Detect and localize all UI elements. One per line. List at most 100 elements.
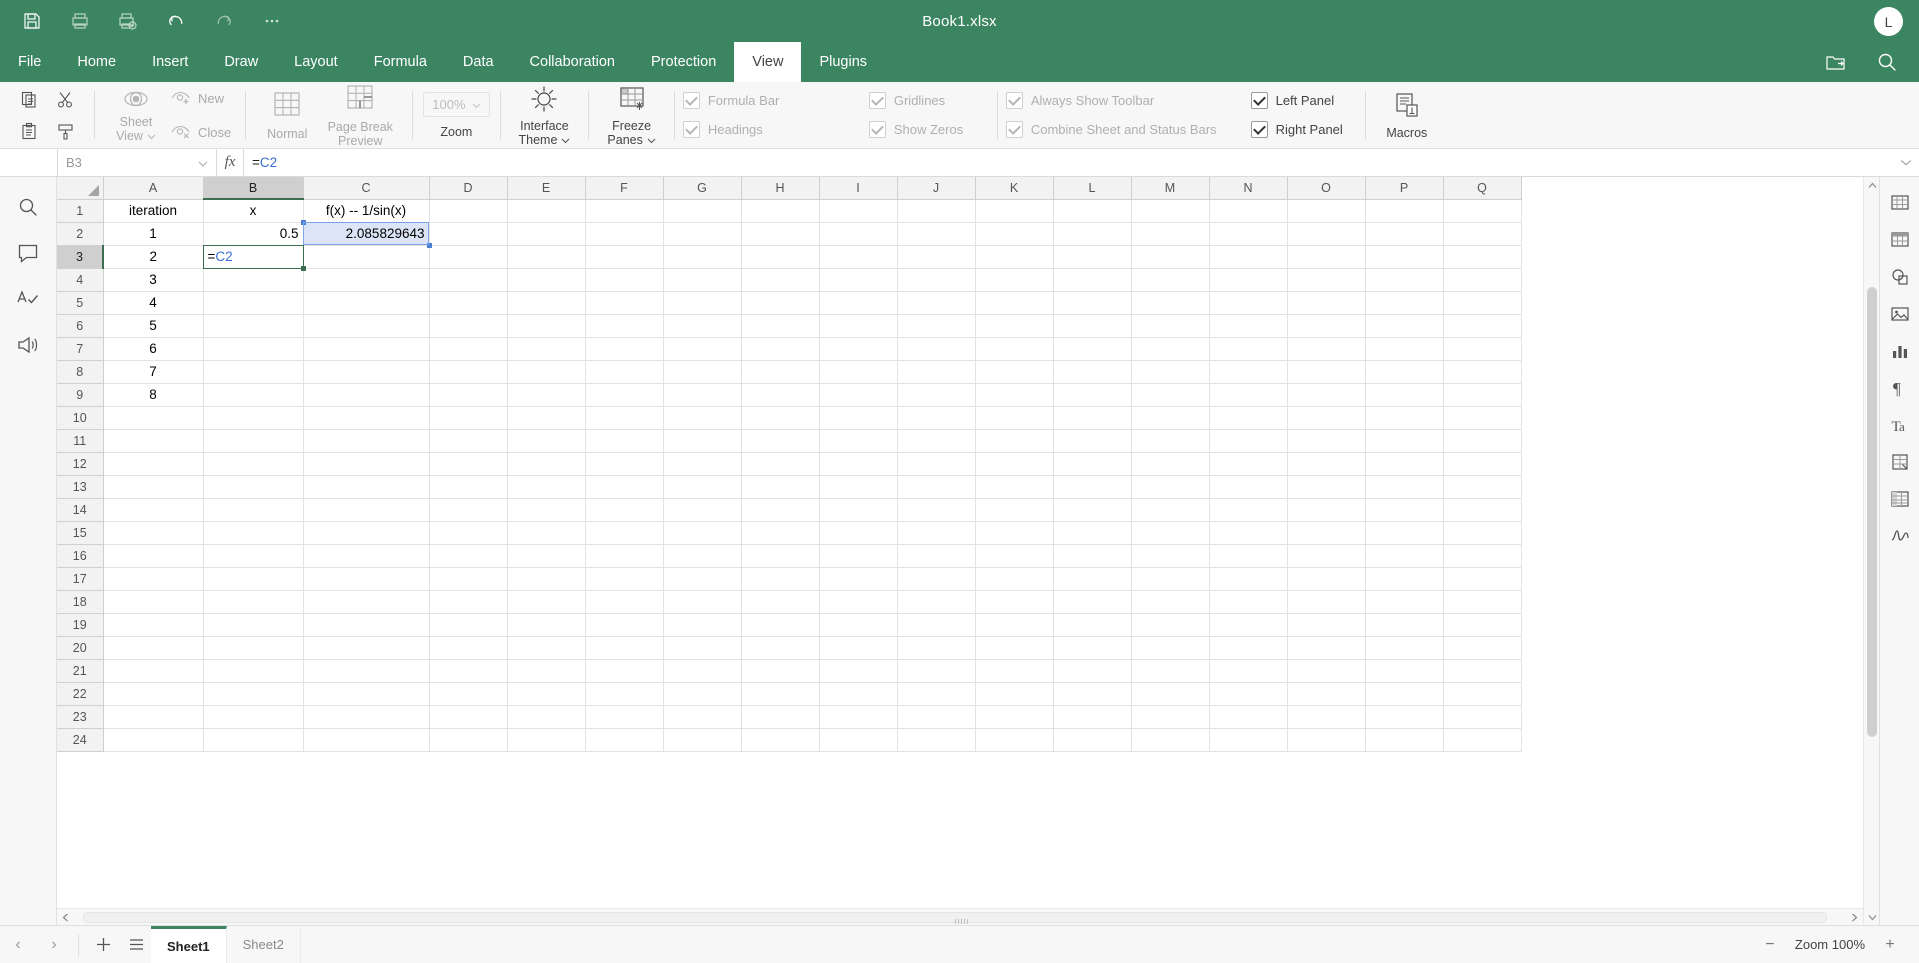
- checkbox-right-panel[interactable]: Right Panel: [1251, 121, 1343, 138]
- cell-Q3[interactable]: [1443, 245, 1521, 268]
- cell-J8[interactable]: [897, 360, 975, 383]
- cell-C23[interactable]: [303, 705, 429, 728]
- cell-G12[interactable]: [663, 452, 741, 475]
- cell-A22[interactable]: [103, 682, 203, 705]
- cell-B9[interactable]: [203, 383, 303, 406]
- undo-icon[interactable]: [152, 0, 200, 42]
- cell-M7[interactable]: [1131, 337, 1209, 360]
- cell-B8[interactable]: [203, 360, 303, 383]
- cell-K16[interactable]: [975, 544, 1053, 567]
- zoom-level-label[interactable]: Zoom 100%: [1795, 937, 1865, 952]
- cell-N8[interactable]: [1209, 360, 1287, 383]
- cell-H2[interactable]: [741, 222, 819, 245]
- cell-E11[interactable]: [507, 429, 585, 452]
- cell-D13[interactable]: [429, 475, 507, 498]
- cell-A21[interactable]: [103, 659, 203, 682]
- cell-P6[interactable]: [1365, 314, 1443, 337]
- cell-O1[interactable]: [1287, 199, 1365, 222]
- sheet-view-close-button[interactable]: Close: [167, 121, 235, 145]
- cell-M1[interactable]: [1131, 199, 1209, 222]
- cell-C12[interactable]: [303, 452, 429, 475]
- signature-settings-icon[interactable]: [1884, 520, 1916, 552]
- cell-M17[interactable]: [1131, 567, 1209, 590]
- cell-P20[interactable]: [1365, 636, 1443, 659]
- cell-E7[interactable]: [507, 337, 585, 360]
- cell-H16[interactable]: [741, 544, 819, 567]
- cell-E4[interactable]: [507, 268, 585, 291]
- cell-H11[interactable]: [741, 429, 819, 452]
- cell-P9[interactable]: [1365, 383, 1443, 406]
- cell-B15[interactable]: [203, 521, 303, 544]
- cell-P21[interactable]: [1365, 659, 1443, 682]
- cell-L13[interactable]: [1053, 475, 1131, 498]
- cell-A1[interactable]: iteration: [103, 199, 203, 222]
- cell-P24[interactable]: [1365, 728, 1443, 751]
- cell-P13[interactable]: [1365, 475, 1443, 498]
- cell-K3[interactable]: [975, 245, 1053, 268]
- cell-L21[interactable]: [1053, 659, 1131, 682]
- cell-H22[interactable]: [741, 682, 819, 705]
- cell-O24[interactable]: [1287, 728, 1365, 751]
- macros-button[interactable]: Macros: [1376, 90, 1438, 142]
- cell-M5[interactable]: [1131, 291, 1209, 314]
- cell-O12[interactable]: [1287, 452, 1365, 475]
- cell-F17[interactable]: [585, 567, 663, 590]
- cell-K2[interactable]: [975, 222, 1053, 245]
- cell-L14[interactable]: [1053, 498, 1131, 521]
- cell-K23[interactable]: [975, 705, 1053, 728]
- cell-F22[interactable]: [585, 682, 663, 705]
- cell-A11[interactable]: [103, 429, 203, 452]
- cell-J5[interactable]: [897, 291, 975, 314]
- cell-P18[interactable]: [1365, 590, 1443, 613]
- cell-L17[interactable]: [1053, 567, 1131, 590]
- checkbox-gridlines[interactable]: Gridlines: [869, 92, 989, 109]
- cell-M9[interactable]: [1131, 383, 1209, 406]
- cell-F18[interactable]: [585, 590, 663, 613]
- cell-B17[interactable]: [203, 567, 303, 590]
- cell-M15[interactable]: [1131, 521, 1209, 544]
- cell-D16[interactable]: [429, 544, 507, 567]
- cell-H6[interactable]: [741, 314, 819, 337]
- cell-C9[interactable]: [303, 383, 429, 406]
- row-header-2[interactable]: 2: [57, 222, 103, 245]
- cell-N11[interactable]: [1209, 429, 1287, 452]
- cell-H9[interactable]: [741, 383, 819, 406]
- cell-M2[interactable]: [1131, 222, 1209, 245]
- cell-D1[interactable]: [429, 199, 507, 222]
- freeze-panes-button[interactable]: Freeze Panes: [599, 83, 663, 149]
- row-header-19[interactable]: 19: [57, 613, 103, 636]
- cell-H20[interactable]: [741, 636, 819, 659]
- cell-C19[interactable]: [303, 613, 429, 636]
- cell-O10[interactable]: [1287, 406, 1365, 429]
- column-header-P[interactable]: P: [1365, 177, 1443, 199]
- cell-C8[interactable]: [303, 360, 429, 383]
- cell-N1[interactable]: [1209, 199, 1287, 222]
- cell-G19[interactable]: [663, 613, 741, 636]
- cell-A14[interactable]: [103, 498, 203, 521]
- cell-D14[interactable]: [429, 498, 507, 521]
- cell-F23[interactable]: [585, 705, 663, 728]
- cell-G8[interactable]: [663, 360, 741, 383]
- cell-P1[interactable]: [1365, 199, 1443, 222]
- cell-G24[interactable]: [663, 728, 741, 751]
- cell-Q24[interactable]: [1443, 728, 1521, 751]
- cell-L16[interactable]: [1053, 544, 1131, 567]
- table-settings-icon[interactable]: [1884, 224, 1916, 256]
- cell-Q7[interactable]: [1443, 337, 1521, 360]
- cell-A24[interactable]: [103, 728, 203, 751]
- cut-icon[interactable]: [52, 87, 78, 113]
- cell-B11[interactable]: [203, 429, 303, 452]
- cell-Q5[interactable]: [1443, 291, 1521, 314]
- cell-G23[interactable]: [663, 705, 741, 728]
- cell-J3[interactable]: [897, 245, 975, 268]
- spreadsheet-grid[interactable]: A B C D E F G H I J K L M N O P Q: [57, 177, 1879, 925]
- cell-E19[interactable]: [507, 613, 585, 636]
- cell-B24[interactable]: [203, 728, 303, 751]
- column-header-E[interactable]: E: [507, 177, 585, 199]
- cell-D22[interactable]: [429, 682, 507, 705]
- cell-J2[interactable]: [897, 222, 975, 245]
- cell-P14[interactable]: [1365, 498, 1443, 521]
- cell-H7[interactable]: [741, 337, 819, 360]
- checkbox-always-show-toolbar[interactable]: Always Show Toolbar: [1006, 92, 1217, 109]
- cell-A18[interactable]: [103, 590, 203, 613]
